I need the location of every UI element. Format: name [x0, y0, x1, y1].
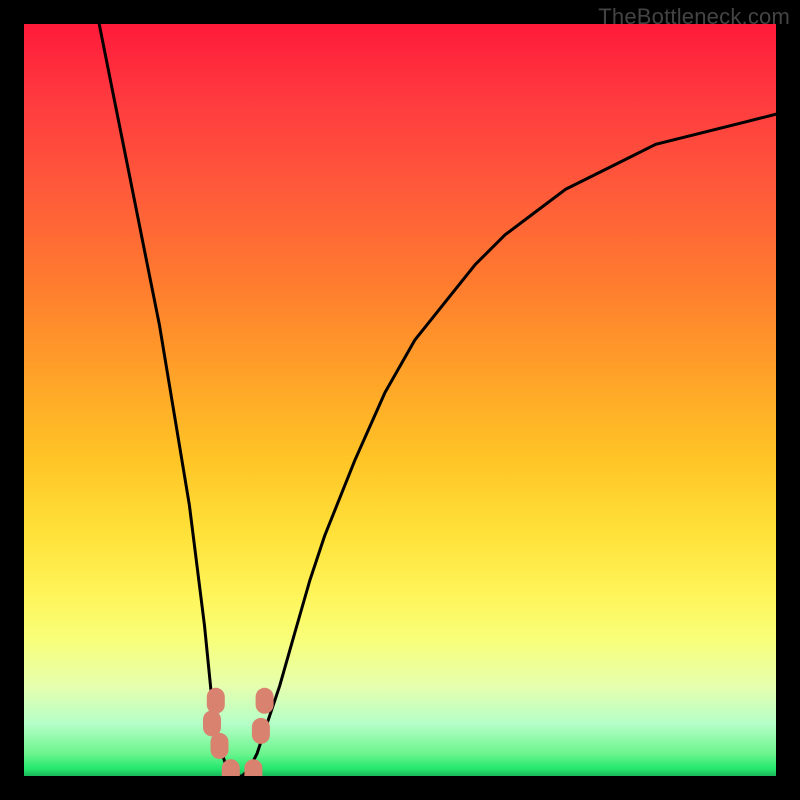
gradient-background	[24, 24, 776, 776]
chart-frame	[24, 24, 776, 776]
watermark-text: TheBottleneck.com	[598, 4, 790, 30]
